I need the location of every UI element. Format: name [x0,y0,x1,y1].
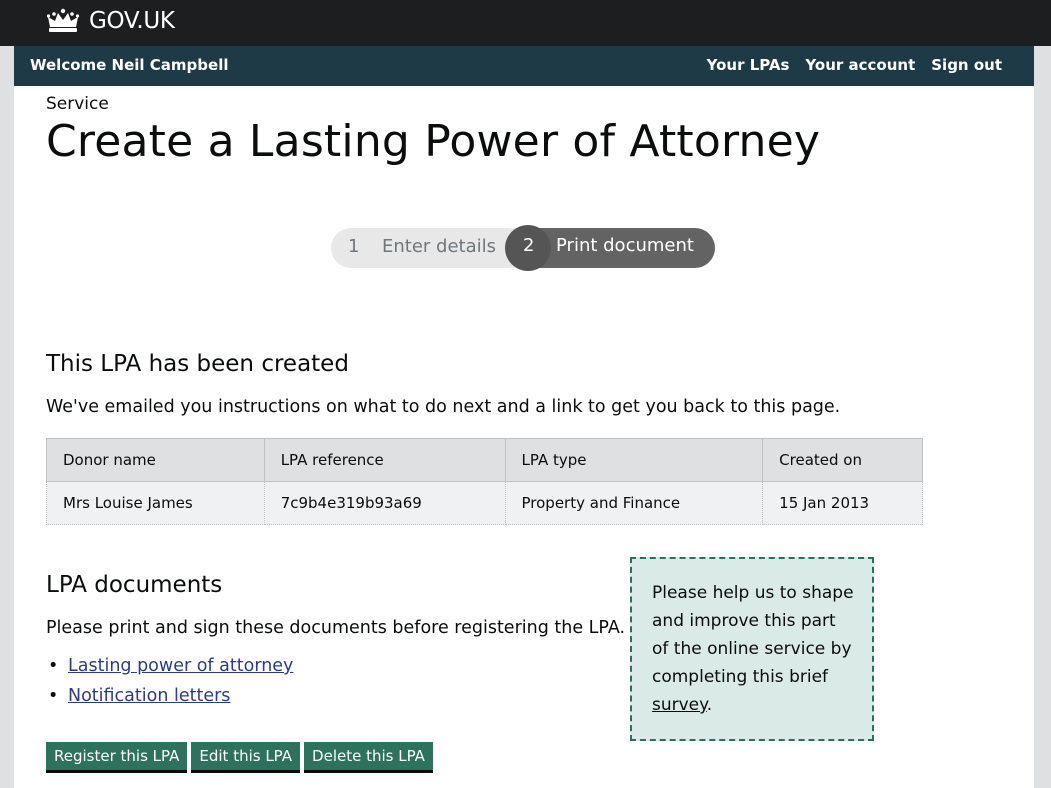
edit-lpa-button[interactable]: Edit this LPA [191,742,301,773]
cell-lpa-reference: 7c9b4e319b93a69 [263,481,506,525]
gov-header: GOV.UK [0,0,1051,46]
step-label: Print document [556,235,694,256]
documents-intro: Please print and sign these documents be… [46,618,626,638]
nav-your-account[interactable]: Your account [805,56,915,74]
step-number: 1 [348,236,360,257]
nav-your-lpas[interactable]: Your LPAs [707,56,790,74]
service-bar: Welcome Neil Campbell Your LPAs Your acc… [14,46,1034,86]
step-enter-details: 1 Enter details [331,228,531,268]
survey-link[interactable]: survey [652,695,707,715]
step-label: Enter details [382,236,497,257]
crown-icon [46,8,80,34]
survey-suffix: . [706,695,713,715]
govuk-logo[interactable]: GOV.UK [46,6,175,36]
page-title: Create a Lasting Power of Attorney [46,116,821,167]
created-heading: This LPA has been created [46,351,349,377]
lpa-summary-table: Donor name LPA reference LPA type Create… [46,438,923,525]
table-row: Mrs Louise James 7c9b4e319b93a69 Propert… [46,481,923,525]
register-lpa-button[interactable]: Register this LPA [46,742,188,773]
cell-donor-name: Mrs Louise James [46,481,265,525]
column-lpa-reference: LPA reference [263,438,506,482]
progress-steps: 1 Enter details 2 Print document [331,225,716,271]
survey-panel: Please help us to shape and improve this… [630,557,874,741]
brand-text: GOV.UK [89,8,175,34]
table-header-row: Donor name LPA reference LPA type Create… [46,438,923,482]
cell-created-on: 15 Jan 2013 [762,481,923,525]
documents-heading: LPA documents [46,572,223,598]
lasting-power-of-attorney-link[interactable]: Lasting power of attorney [68,656,293,676]
column-donor-name: Donor name [46,438,265,482]
main-content: Service Create a Lasting Power of Attorn… [14,86,1034,788]
column-created-on: Created on [762,438,923,482]
cell-lpa-type: Property and Finance [504,481,764,525]
list-item: Lasting power of attorney [46,656,293,686]
step-print-document: 2 Print document [505,225,715,271]
survey-text: Please help us to shape and improve this… [652,583,854,687]
service-label: Service [46,94,109,114]
step-number: 2 [523,235,535,256]
delete-lpa-button[interactable]: Delete this LPA [304,742,433,773]
documents-list: Lasting power of attorney Notification l… [46,656,293,716]
notification-letters-link[interactable]: Notification letters [68,686,230,706]
account-nav: Your LPAs Your account Sign out [707,56,1002,74]
column-lpa-type: LPA type [504,438,764,482]
action-buttons: Register this LPA Edit this LPA Delete t… [46,742,433,773]
welcome-text: Welcome Neil Campbell [30,56,229,74]
nav-sign-out[interactable]: Sign out [931,56,1002,74]
list-item: Notification letters [46,686,293,716]
created-message: We've emailed you instructions on what t… [46,397,841,417]
